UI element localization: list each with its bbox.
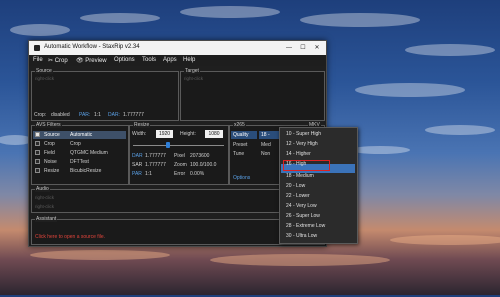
quality-option[interactable]: 28 - Extreme Low (286, 223, 325, 229)
menu-options[interactable]: Options (114, 57, 135, 63)
error-value: 0.00% (190, 171, 205, 177)
resize-par-label[interactable]: PAR (132, 171, 142, 177)
zoom-label: Zoom (174, 162, 187, 168)
pixel-value: 2073600 (190, 153, 210, 159)
filter-checkbox[interactable] (35, 168, 40, 173)
window-title: Automatic Workflow - StaxRip v2.34 (44, 44, 140, 50)
menu-preview-label: Preview (85, 58, 107, 64)
audio-group-label: Audio (35, 186, 50, 192)
source-dar-value: 1.777777 (123, 112, 144, 118)
menu-help[interactable]: Help (183, 57, 195, 63)
resize-dar-label[interactable]: DAR (132, 153, 143, 159)
filter-checkbox[interactable] (35, 132, 40, 137)
encoder-group-label[interactable]: x265 (233, 122, 246, 128)
source-group: Source right-click Crop: disabled PAR: 1… (31, 68, 179, 121)
audio-track-1-placeholder[interactable]: right-click (35, 195, 54, 200)
resize-group: Resize Width: 1920 Height: 1080 DAR 1.77… (129, 122, 229, 185)
filters-group-label: AVS Filters (35, 122, 62, 128)
source-dar-label[interactable]: DAR: (108, 112, 120, 118)
crop-icon: ✂ (48, 58, 54, 64)
quality-tab[interactable]: Quality (231, 131, 257, 139)
source-group-label: Source (35, 68, 53, 74)
height-input[interactable]: 1080 (205, 130, 223, 138)
minimize-button[interactable]: — (282, 43, 296, 53)
quality-dropdown-list: 10 - Super High 12 - Very High 14 - High… (279, 127, 358, 244)
filter-checkbox[interactable] (35, 159, 40, 164)
resize-group-label: Resize (133, 122, 151, 128)
title-bar: Automatic Workflow - StaxRip v2.34 — ☐ ✕ (29, 41, 326, 55)
target-placeholder[interactable]: right-click (184, 76, 203, 81)
menu-crop-label: Crop (54, 58, 68, 64)
preset-label: Preset (233, 142, 248, 148)
filters-group: AVS Filters Source Automatic Crop Crop F… (31, 122, 129, 185)
menu-apps[interactable]: Apps (163, 57, 177, 63)
resize-dar-value: 1.777777 (145, 153, 166, 159)
width-input[interactable]: 1920 (156, 130, 173, 138)
menu-tools[interactable]: Tools (142, 57, 156, 63)
quality-option[interactable]: 22 - Lower (286, 193, 310, 199)
filter-value: BicubicResize (70, 168, 102, 174)
filter-name: Crop (44, 141, 55, 147)
source-par-label[interactable]: PAR: (79, 112, 90, 118)
menu-preview[interactable]: 👁 Preview (76, 57, 107, 64)
assistant-message[interactable]: Click here to open a source file. (35, 234, 105, 240)
filter-value: QTGMC Medium (70, 150, 108, 156)
height-label: Height: (180, 131, 196, 137)
pixel-label: Pixel (174, 153, 185, 159)
filter-value: Automatic (70, 132, 93, 138)
quality-option[interactable]: 12 - Very High (286, 141, 318, 147)
encoder-options-link[interactable]: Options (233, 175, 250, 181)
tune-select[interactable]: Non (261, 151, 270, 157)
filter-name: Field (44, 150, 55, 156)
filter-value: Crop (70, 141, 81, 147)
quality-option[interactable]: 20 - Low (286, 183, 305, 189)
error-label: Error (174, 171, 186, 177)
filter-checkbox[interactable] (35, 141, 40, 146)
eye-icon: 👁 (76, 58, 84, 64)
menu-bar: File ✂ Crop 👁 Preview Options Tools Apps… (29, 55, 326, 66)
audio-track-2-placeholder[interactable]: right-click (35, 204, 54, 209)
quality-option[interactable]: 10 - Super High (286, 131, 321, 137)
quality-option[interactable]: 30 - Ultra Low (286, 233, 317, 239)
width-label: Width: (132, 131, 147, 137)
target-group-label: Target (184, 68, 200, 74)
tune-label: Tune (233, 151, 245, 157)
filter-value: DFTTest (70, 159, 89, 165)
resize-slider-track[interactable] (133, 145, 224, 146)
target-group: Target right-click (180, 68, 325, 121)
quality-option[interactable]: 14 - Higher (286, 151, 311, 157)
quality-option[interactable]: 18 - Medium (286, 173, 314, 179)
filter-name: Noise (44, 159, 57, 165)
menu-file[interactable]: File (33, 57, 43, 63)
maximize-button[interactable]: ☐ (296, 43, 310, 53)
assistant-group-label: Assistant (35, 216, 58, 222)
filter-name: Source (44, 132, 60, 138)
filter-name: Resize (44, 168, 60, 174)
close-button[interactable]: ✕ (310, 43, 324, 53)
zoom-value: 100.0/100.0 (190, 162, 217, 168)
source-crop-value: disabled (51, 112, 70, 118)
quality-option[interactable]: 24 - Very Low (286, 203, 317, 209)
menu-crop[interactable]: ✂ Crop (48, 57, 68, 64)
source-crop-label: Crop: (34, 112, 47, 118)
sar-label: SAR (132, 162, 143, 168)
source-par-value: 1:1 (94, 112, 101, 118)
annotation-red-box (283, 160, 330, 171)
source-placeholder[interactable]: right-click (35, 76, 54, 81)
resize-slider-handle[interactable] (166, 142, 170, 148)
resize-par-value: 1:1 (145, 171, 152, 177)
filter-checkbox[interactable] (35, 150, 40, 155)
preset-select[interactable]: Med (261, 142, 271, 148)
sar-value: 1.777777 (145, 162, 166, 168)
app-icon (34, 45, 40, 51)
quality-option[interactable]: 26 - Super Low (286, 213, 320, 219)
